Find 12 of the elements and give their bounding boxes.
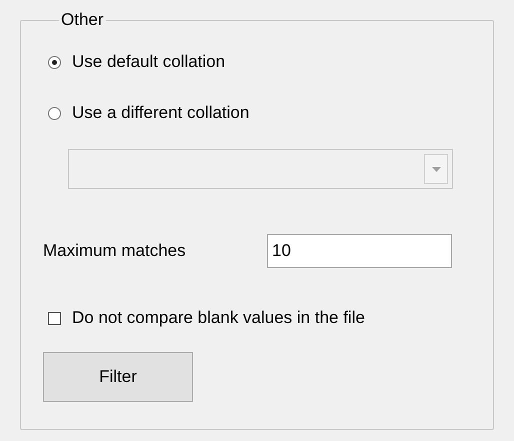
checkbox[interactable] xyxy=(48,312,61,324)
radio-button[interactable] xyxy=(48,56,61,68)
maximum-matches-label: Maximum matches xyxy=(43,241,187,261)
checkbox-label: Do not compare blank values in the file xyxy=(72,308,365,328)
radio-label: Use a different collation xyxy=(72,103,250,123)
filter-button[interactable]: Filter xyxy=(43,352,193,402)
radio-label: Use default collation xyxy=(72,52,226,72)
group-title: Other xyxy=(60,10,105,30)
radio-button[interactable] xyxy=(48,106,61,120)
maximum-matches-field[interactable]: 10 xyxy=(267,234,452,268)
radio-option[interactable]: Use default collation xyxy=(43,52,473,72)
radio-option[interactable]: Use a different collation xyxy=(43,103,473,123)
